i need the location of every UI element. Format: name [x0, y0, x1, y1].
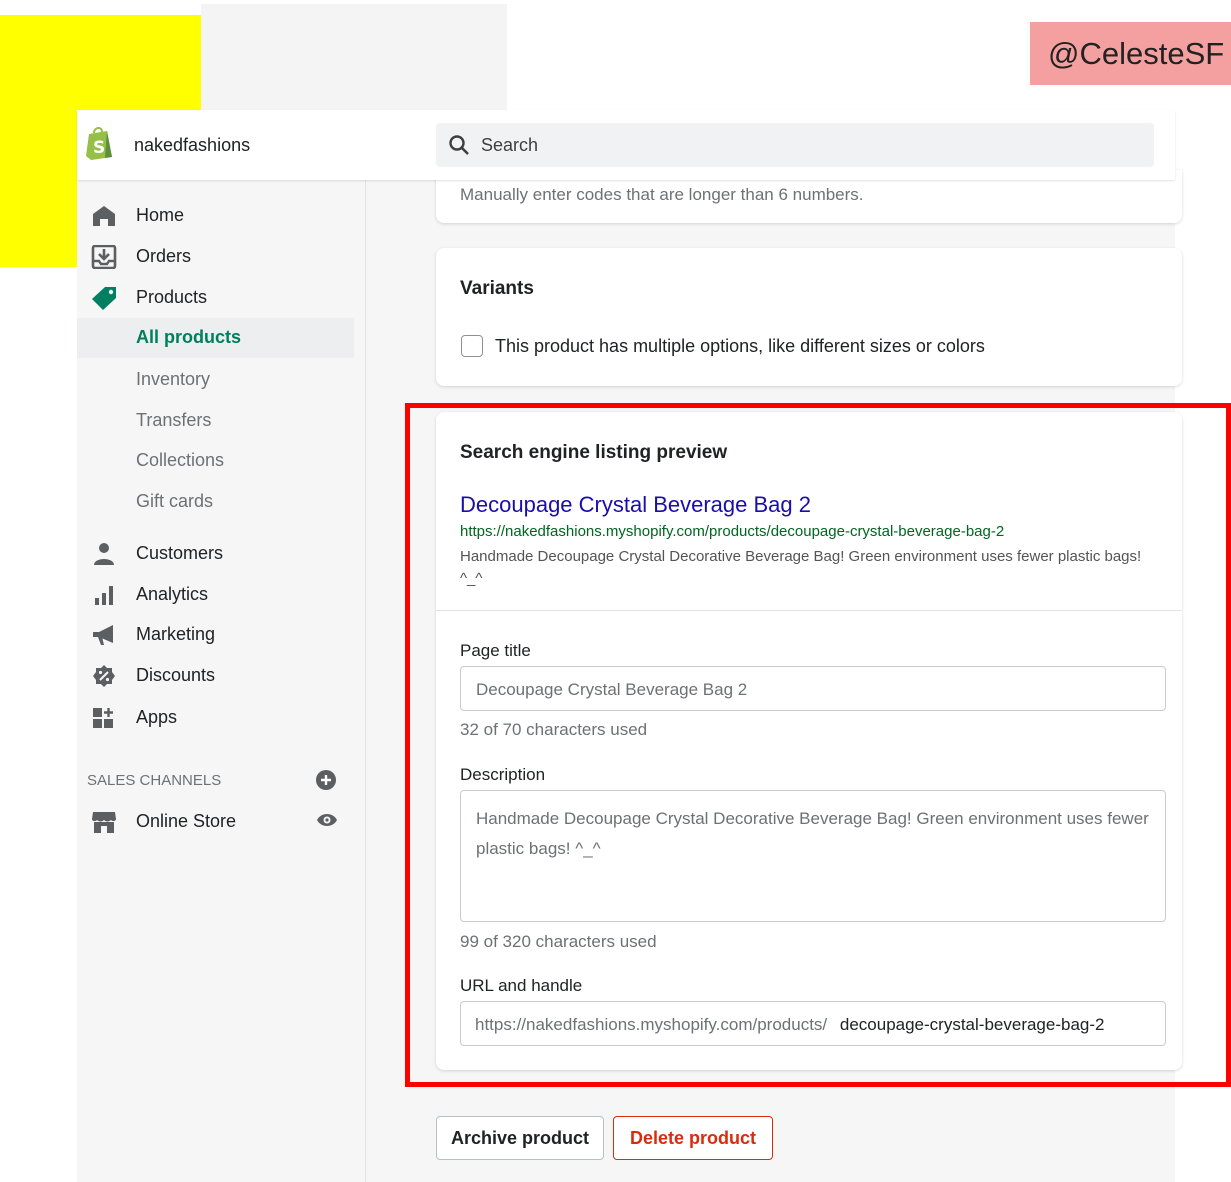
- bar-chart-icon: [95, 586, 113, 605]
- nav-label-discounts: Discounts: [136, 665, 216, 685]
- page-title-input[interactable]: Decoupage Crystal Beverage Bag 2: [460, 666, 1166, 711]
- nav-label-collections: Collections: [136, 450, 225, 470]
- store-name[interactable]: nakedfashions: [134, 135, 250, 156]
- seo-card: Search engine listing preview Decoupage …: [436, 412, 1182, 1070]
- sidebar-nav: Home Orders Products All products Invent…: [77, 110, 366, 1182]
- nav-item-marketing[interactable]: Marketing: [77, 615, 365, 655]
- archive-product-button[interactable]: Archive product: [436, 1116, 604, 1160]
- multiple-options-checkbox[interactable]: [461, 335, 483, 357]
- sales-channels-heading: SALES CHANNELS: [87, 772, 222, 789]
- variants-title: Variants: [460, 278, 534, 299]
- barcode-help-text: Manually enter codes that are longer tha…: [460, 185, 864, 204]
- main-content: Manually enter codes that are longer tha…: [366, 170, 1182, 1182]
- nav-label-analytics: Analytics: [136, 584, 209, 604]
- nav-subitem-gift-cards[interactable]: Gift cards: [77, 482, 354, 522]
- store-icon: [92, 812, 116, 833]
- nav-label-apps: Apps: [136, 707, 178, 727]
- nav-item-products[interactable]: Products: [77, 278, 365, 318]
- seo-preview-url: https://nakedfashions.myshopify.com/prod…: [460, 523, 1005, 540]
- nav-label-online-store: Online Store: [136, 811, 237, 831]
- page-title-count: 32 of 70 characters used: [460, 720, 648, 739]
- nav-item-home[interactable]: Home: [77, 196, 365, 236]
- page-title-label: Page title: [460, 641, 531, 660]
- seo-preview-description: Handmade Decoupage Crystal Decorative Be…: [460, 548, 1142, 587]
- nav-label-gift-cards: Gift cards: [136, 491, 214, 511]
- nav-label-inventory: Inventory: [136, 369, 211, 389]
- description-count: 99 of 320 characters used: [460, 932, 657, 951]
- svg-text:S: S: [93, 138, 105, 158]
- megaphone-icon: [93, 625, 113, 645]
- nav-label-home: Home: [136, 205, 185, 225]
- nav-label-all-products: All products: [136, 327, 242, 347]
- search-icon: [449, 135, 469, 155]
- delete-product-button[interactable]: Delete product: [613, 1116, 773, 1160]
- nav-subitem-inventory[interactable]: Inventory: [77, 360, 354, 400]
- description-label: Description: [460, 765, 546, 784]
- nav-subitem-transfers[interactable]: Transfers: [77, 401, 354, 441]
- nav-item-discounts[interactable]: Discounts: [77, 656, 365, 696]
- watermark-label: @CelesteSF: [1030, 22, 1231, 85]
- orders-inbox-icon: [91, 245, 117, 269]
- discount-badge-icon: [93, 665, 115, 687]
- nav-label-products: Products: [136, 287, 208, 307]
- search-placeholder: Search: [481, 135, 539, 155]
- url-handle-input[interactable]: https://nakedfashions.myshopify.com/prod…: [460, 1001, 1166, 1046]
- page-title-value: Decoupage Crystal Beverage Bag 2: [476, 680, 748, 699]
- plus-circle-icon[interactable]: [316, 770, 336, 790]
- person-icon: [94, 543, 114, 565]
- eye-icon[interactable]: [316, 811, 338, 829]
- home-icon: [93, 206, 115, 226]
- nav-subitem-all-products[interactable]: All products: [77, 318, 354, 358]
- description-value: Handmade Decoupage Crystal Decorative Be…: [476, 809, 1149, 858]
- shopify-bag-icon: S: [86, 127, 112, 160]
- header-backdrop: [201, 4, 507, 110]
- seo-card-title: Search engine listing preview: [460, 442, 728, 463]
- apps-grid-icon: [93, 708, 113, 728]
- url-handle-label: URL and handle: [460, 976, 583, 995]
- search-bar[interactable]: Search: [436, 123, 1154, 167]
- nav-label-customers: Customers: [136, 543, 224, 563]
- nav-item-customers[interactable]: Customers: [77, 534, 365, 574]
- variants-card: Variants This product has multiple optio…: [436, 248, 1182, 386]
- nav-subitem-collections[interactable]: Collections: [77, 441, 354, 481]
- multiple-options-label: This product has multiple options, like …: [495, 336, 985, 356]
- nav-label-transfers: Transfers: [136, 410, 212, 430]
- url-prefix: https://nakedfashions.myshopify.com/prod…: [475, 1015, 828, 1034]
- nav-item-analytics[interactable]: Analytics: [77, 575, 365, 615]
- nav-label-marketing: Marketing: [136, 624, 216, 644]
- nav-item-apps[interactable]: Apps: [77, 698, 365, 738]
- url-handle-value: decoupage-crystal-beverage-bag-2: [839, 1015, 1105, 1034]
- tag-icon: [92, 287, 116, 310]
- description-textarea[interactable]: Handmade Decoupage Crystal Decorative Be…: [460, 790, 1166, 922]
- nav-label-orders: Orders: [136, 246, 192, 266]
- nav-item-orders[interactable]: Orders: [77, 237, 365, 277]
- seo-divider: [436, 610, 1182, 611]
- top-bar: S nakedfashions Search: [77, 110, 1175, 180]
- seo-preview-title[interactable]: Decoupage Crystal Beverage Bag 2: [460, 492, 811, 518]
